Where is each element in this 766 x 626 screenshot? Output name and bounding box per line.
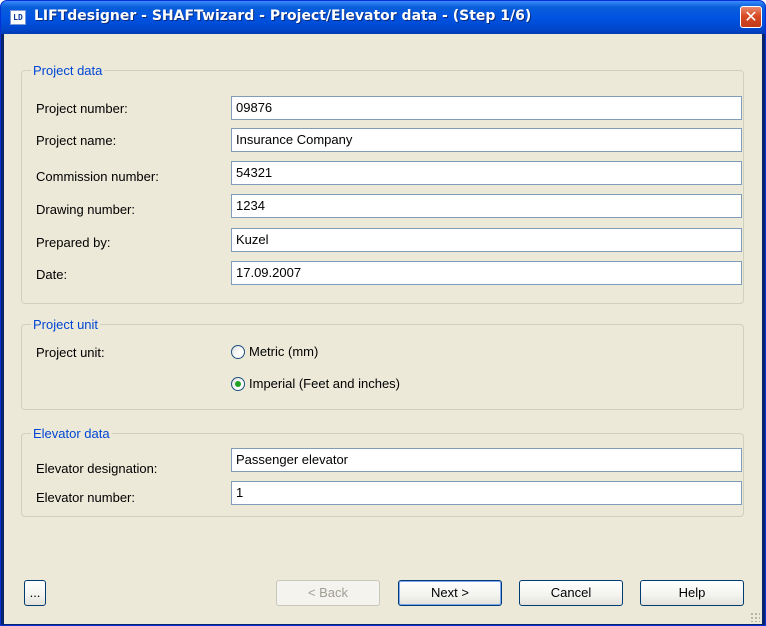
- radio-imperial-button[interactable]: [231, 377, 245, 391]
- title-bar[interactable]: LD LIFTdesigner - SHAFTwizard - Project/…: [1, 1, 765, 34]
- commission-number-field[interactable]: 54321: [231, 161, 742, 185]
- prepared-by-field[interactable]: Kuzel: [231, 228, 742, 252]
- back-button[interactable]: < Back: [276, 580, 380, 606]
- radio-imperial-label: Imperial (Feet and inches): [249, 376, 401, 391]
- project-unit-group: Project unit: [21, 317, 744, 410]
- elevator-number-field[interactable]: 1: [231, 481, 742, 505]
- project-number-field[interactable]: 09876: [231, 96, 742, 120]
- help-button[interactable]: Help: [640, 580, 744, 606]
- cancel-button[interactable]: Cancel: [519, 580, 623, 606]
- commission-number-label: Commission number:: [36, 169, 159, 184]
- elevator-designation-field[interactable]: Passenger elevator: [231, 448, 742, 472]
- app-icon: LD: [10, 10, 26, 25]
- elevator-number-label: Elevator number:: [36, 490, 135, 505]
- dialog-body: Project data Project number: 09876 Proje…: [4, 34, 762, 624]
- radio-metric-button[interactable]: [231, 345, 245, 359]
- project-name-label: Project name:: [36, 133, 117, 148]
- project-unit-group-title: Project unit: [31, 317, 101, 332]
- elevator-data-group-title: Elevator data: [31, 426, 112, 441]
- project-number-label: Project number:: [36, 101, 128, 116]
- drawing-number-field[interactable]: 1234: [231, 194, 742, 218]
- project-name-field[interactable]: Insurance Company: [231, 128, 742, 152]
- elevator-designation-label: Elevator designation:: [36, 461, 158, 476]
- project-data-group-title: Project data: [31, 63, 105, 78]
- date-label: Date:: [36, 267, 68, 282]
- radio-metric-label: Metric (mm): [249, 344, 319, 359]
- resize-grip-icon[interactable]: [750, 612, 760, 622]
- window-title: LIFTdesigner - SHAFTwizard - Project/Ele…: [34, 8, 532, 24]
- radio-metric[interactable]: Metric (mm): [231, 344, 431, 362]
- more-options-button[interactable]: ...: [24, 580, 46, 606]
- close-icon: ✕: [744, 7, 758, 26]
- drawing-number-label: Drawing number:: [36, 202, 135, 217]
- radio-imperial[interactable]: Imperial (Feet and inches): [231, 376, 451, 394]
- prepared-by-label: Prepared by:: [36, 235, 111, 250]
- date-field[interactable]: 17.09.2007: [231, 261, 742, 285]
- next-button[interactable]: Next >: [398, 580, 502, 606]
- project-unit-label: Project unit:: [36, 345, 105, 360]
- close-button[interactable]: ✕: [740, 6, 762, 28]
- dialog-window: LD LIFTdesigner - SHAFTwizard - Project/…: [0, 0, 766, 626]
